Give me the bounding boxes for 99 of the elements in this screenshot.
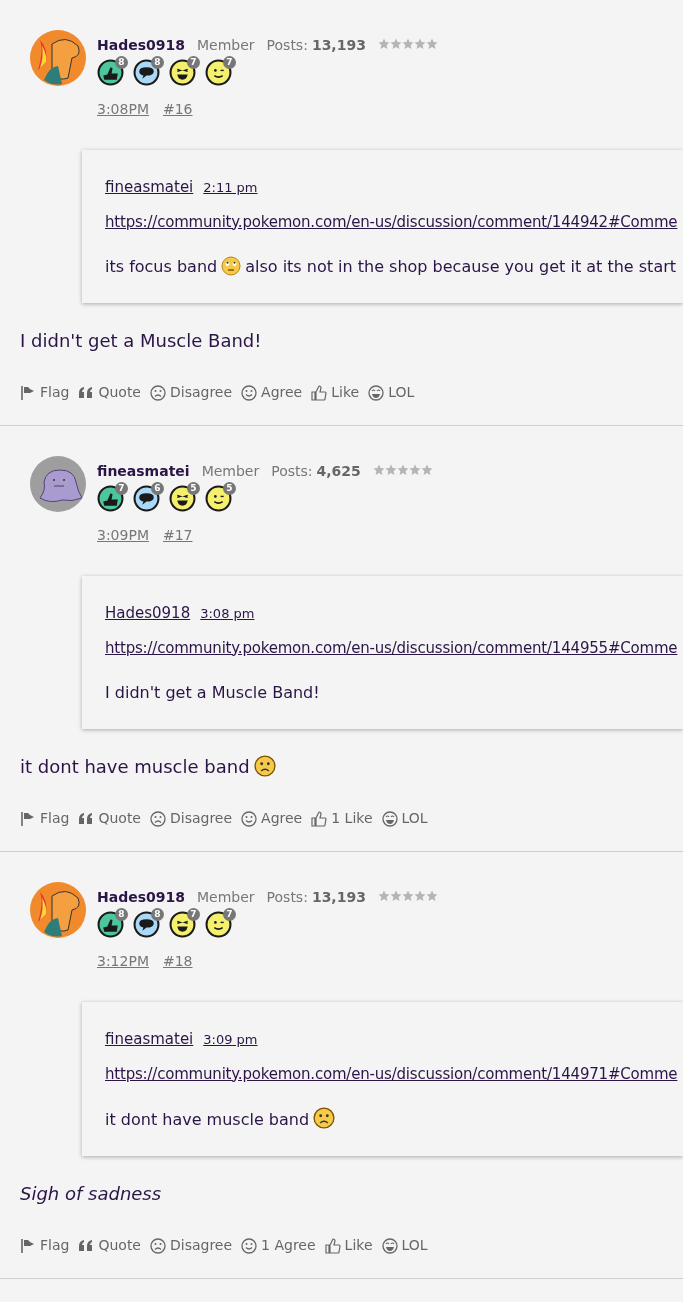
like-button[interactable]: Like xyxy=(324,1235,373,1256)
badge-count: 8 xyxy=(115,56,128,69)
badge-count: 5 xyxy=(187,482,200,495)
thumbs-up-icon xyxy=(311,384,328,401)
chat-badge-icon xyxy=(133,485,160,512)
badge-count: 7 xyxy=(223,908,236,921)
flag-icon xyxy=(20,810,36,827)
badge-count: 8 xyxy=(151,56,164,69)
quote-source-link[interactable]: https://community.pokemon.com/en-us/discussion/comment/144955#Comme xyxy=(105,636,683,659)
flag-icon xyxy=(20,1237,36,1254)
flag-button[interactable]: Flag xyxy=(20,1235,70,1256)
post-number-link[interactable]: #18 xyxy=(162,951,193,972)
agree-button[interactable]: Agree xyxy=(241,808,303,829)
like-button[interactable]: 1 Like xyxy=(311,808,373,829)
frown-face-icon xyxy=(150,384,166,401)
badge-count: 5 xyxy=(223,482,236,495)
smile-face-icon xyxy=(241,1237,258,1254)
thumb-badge-icon xyxy=(97,911,124,938)
avatar-drawing xyxy=(30,456,86,512)
wink-badge-icon xyxy=(205,911,232,938)
flag-button[interactable]: Flag xyxy=(20,382,70,403)
quote-time-link[interactable]: 3:08 pm xyxy=(200,604,255,624)
quote-button[interactable]: Quote xyxy=(78,808,141,829)
quote-author-link[interactable]: fineasmatei xyxy=(105,176,194,199)
quote-button[interactable]: Quote xyxy=(78,1235,141,1256)
quote-time-link[interactable]: 3:09 pm xyxy=(203,1030,258,1050)
frown-face-icon xyxy=(150,1237,166,1254)
post-body-text: I didn't get a Muscle Band! xyxy=(20,329,263,353)
laughing-face-icon xyxy=(381,1237,398,1254)
post-number-link[interactable]: #16 xyxy=(162,99,193,120)
author-name-link[interactable]: Hades0918 xyxy=(97,35,185,56)
flag-button[interactable]: Flag xyxy=(20,808,70,829)
agree-button[interactable]: Agree xyxy=(241,382,303,403)
disagree-button[interactable]: Disagree xyxy=(150,808,233,829)
post-time-link[interactable]: 3:12PM xyxy=(97,951,149,972)
laugh-badge-icon xyxy=(169,59,196,86)
posts-count: 13,193 xyxy=(311,888,366,907)
laughing-face-icon xyxy=(368,384,385,401)
thumb-badge-icon xyxy=(97,59,124,86)
thumbs-up-icon xyxy=(311,810,328,827)
eye-roll-emoji-icon xyxy=(221,256,242,276)
badge-count: 8 xyxy=(151,908,164,921)
quote-source-link[interactable]: https://community.pokemon.com/en-us/discussion/comment/144942#Comme xyxy=(105,210,683,233)
quote-icon xyxy=(78,1238,95,1253)
avatar-drawing xyxy=(30,30,86,86)
smile-face-icon xyxy=(241,384,258,401)
posts-label: Posts: xyxy=(266,888,308,907)
quote-source-link[interactable]: https://community.pokemon.com/en-us/discussion/comment/144971#Comme xyxy=(105,1062,683,1085)
badge-count: 6 xyxy=(151,482,164,495)
posts-label: Posts: xyxy=(271,462,313,481)
thumb-badge-icon xyxy=(97,485,124,512)
quote-author-link[interactable]: fineasmatei xyxy=(105,1028,194,1051)
agree-button[interactable]: 1 Agree xyxy=(241,1235,316,1256)
lol-button[interactable]: LOL xyxy=(381,1235,428,1256)
laugh-badge-icon xyxy=(169,485,196,512)
quote-icon xyxy=(78,811,95,826)
author-name-link[interactable]: fineasmatei xyxy=(97,461,190,482)
badge-count: 7 xyxy=(223,56,236,69)
disagree-button[interactable]: Disagree xyxy=(150,382,233,403)
disagree-button[interactable]: Disagree xyxy=(150,1235,233,1256)
quote-text: its focus band also its not in the shop because you get it at the start xyxy=(105,255,678,278)
role-label: Member xyxy=(197,888,255,907)
posts-label: Posts: xyxy=(266,36,308,55)
author-name-link[interactable]: Hades0918 xyxy=(97,887,185,908)
post-body-text: it dont have muscle band xyxy=(20,753,683,780)
wink-badge-icon xyxy=(205,59,232,86)
laugh-badge-icon xyxy=(169,911,196,938)
chat-badge-icon xyxy=(133,59,160,86)
post-number-link[interactable]: #17 xyxy=(162,525,193,546)
post-time-link[interactable]: 3:08PM xyxy=(97,99,149,120)
flag-icon xyxy=(20,384,36,401)
quote-button[interactable]: Quote xyxy=(78,382,141,403)
role-label: Member xyxy=(201,462,260,481)
sad-emoji-icon xyxy=(253,755,276,777)
quote-text: it dont have muscle band xyxy=(105,1107,683,1132)
lol-button[interactable]: LOL xyxy=(381,808,428,829)
role-label: Member xyxy=(197,36,255,55)
sad-emoji-icon xyxy=(313,1107,336,1129)
quote-text: I didn't get a Muscle Band! xyxy=(105,682,321,704)
post-body-text: Sigh of sadness xyxy=(20,1182,163,1206)
thumbs-up-icon xyxy=(324,1237,341,1254)
badge-count: 7 xyxy=(187,56,200,69)
wink-badge-icon xyxy=(205,485,232,512)
posts-count: 13,193 xyxy=(311,36,366,55)
quote-time-link[interactable]: 2:11 pm xyxy=(203,178,258,198)
quote-icon xyxy=(78,385,95,400)
like-button[interactable]: Like xyxy=(311,382,360,403)
posts-count: 4,625 xyxy=(316,462,361,481)
badge-count: 7 xyxy=(115,482,128,495)
badge-count: 8 xyxy=(115,908,128,921)
lol-button[interactable]: LOL xyxy=(368,382,415,403)
smile-face-icon xyxy=(241,810,258,827)
quote-author-link[interactable]: Hades0918 xyxy=(105,602,191,625)
laughing-face-icon xyxy=(381,810,398,827)
post-time-link[interactable]: 3:09PM xyxy=(97,525,149,546)
chat-badge-icon xyxy=(133,911,160,938)
frown-face-icon xyxy=(150,810,166,827)
badge-count: 7 xyxy=(187,908,200,921)
avatar-drawing xyxy=(30,882,86,938)
